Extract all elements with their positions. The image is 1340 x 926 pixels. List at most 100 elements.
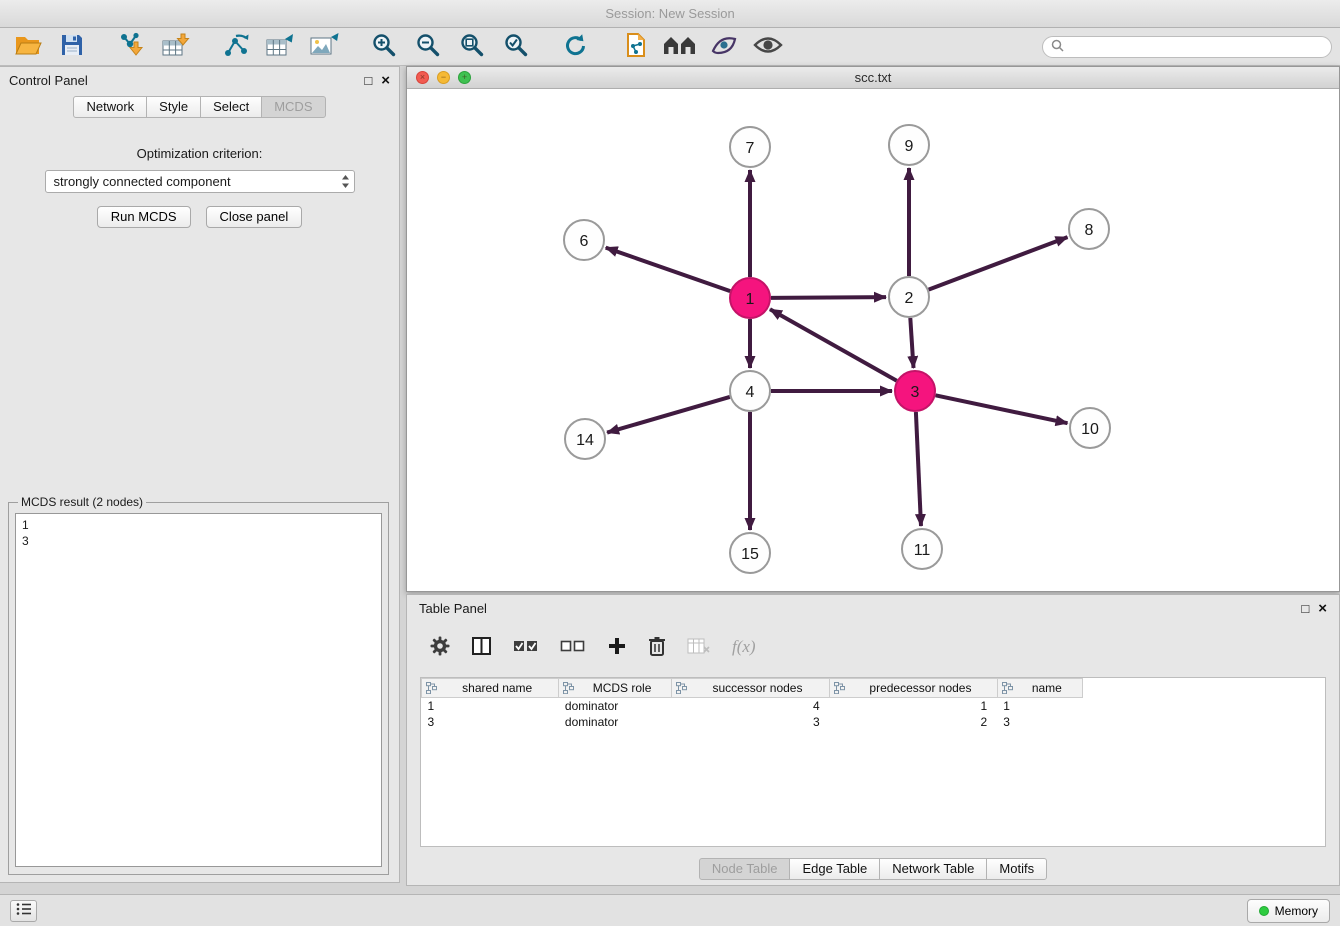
cell-name[interactable]: 1 [997, 698, 1082, 714]
graph-node-4[interactable]: 4 [730, 371, 770, 411]
import-network-icon [117, 32, 147, 61]
cell-predecessor-nodes[interactable]: 1 [830, 698, 998, 714]
table-panel-title: Table Panel [419, 601, 487, 616]
mcds-result-title: MCDS result (2 nodes) [18, 495, 146, 509]
graph-node-1[interactable]: 1 [730, 278, 770, 318]
graph-edge-3-10[interactable] [936, 395, 1068, 423]
tab-style[interactable]: Style [146, 96, 201, 118]
mcds-result-list[interactable]: 1 3 [15, 513, 382, 867]
run-mcds-button[interactable]: Run MCDS [97, 206, 191, 228]
show-columns-button[interactable] [471, 636, 492, 659]
search-box[interactable] [1042, 36, 1332, 58]
graph-node-8[interactable]: 8 [1069, 209, 1109, 249]
graph-node-14[interactable]: 14 [565, 419, 605, 459]
cell-mcds-role[interactable]: dominator [559, 714, 671, 730]
graph-node-9[interactable]: 9 [889, 125, 929, 165]
cell-mcds-role[interactable]: dominator [559, 698, 671, 714]
refresh-button[interactable] [556, 30, 596, 64]
float-table-panel-icon[interactable]: □ [1301, 602, 1309, 615]
add-column-button[interactable] [607, 636, 627, 659]
tab-node-table[interactable]: Node Table [699, 858, 791, 880]
vizmap-button[interactable] [704, 30, 744, 64]
graph-edge-4-14[interactable] [607, 397, 730, 433]
select-all-columns-button[interactable] [513, 637, 539, 658]
graph-node-6[interactable]: 6 [564, 220, 604, 260]
save-session-button[interactable] [52, 30, 92, 64]
graph-edge-2-3[interactable] [910, 318, 913, 368]
zoom-out-button[interactable] [408, 30, 448, 64]
graph-node-3[interactable]: 3 [895, 371, 935, 411]
import-network-button[interactable] [112, 30, 152, 64]
toolbar-separator [540, 30, 552, 64]
tab-edge-table[interactable]: Edge Table [789, 858, 880, 880]
network-canvas[interactable]: 7 9 6 8 1 2 4 3 14 10 15 11 [407, 89, 1339, 591]
cell-shared-name[interactable]: 1 [422, 698, 559, 714]
zoom-selected-button[interactable] [496, 30, 536, 64]
zoom-fit-button[interactable] [452, 30, 492, 64]
table-row[interactable]: 3 dominator 3 2 3 [422, 714, 1083, 730]
close-window-button[interactable]: × [416, 71, 429, 84]
control-panel-header: Control Panel □ × [0, 67, 399, 93]
delete-column-button[interactable] [648, 635, 666, 660]
search-input[interactable] [1069, 40, 1323, 54]
copy-network-button[interactable] [616, 30, 656, 64]
zoom-in-button[interactable] [364, 30, 404, 64]
import-table-button[interactable] [156, 30, 196, 64]
graph-node-2[interactable]: 2 [889, 277, 929, 317]
cell-successor-nodes[interactable]: 4 [671, 698, 829, 714]
delete-table-button[interactable] [687, 637, 711, 658]
float-panel-icon[interactable]: □ [364, 74, 372, 87]
cell-name[interactable]: 3 [997, 714, 1082, 730]
column-header-successor-nodes[interactable]: successor nodes [671, 679, 829, 698]
column-header-name[interactable]: name [997, 679, 1082, 698]
graph-edge-3-1[interactable] [770, 309, 897, 380]
minimize-window-button[interactable]: − [437, 71, 450, 84]
node-table[interactable]: shared name MCDS role successor nodes pr… [420, 677, 1326, 847]
graph-node-15[interactable]: 15 [730, 533, 770, 573]
cell-predecessor-nodes[interactable]: 2 [830, 714, 998, 730]
tab-motifs[interactable]: Motifs [986, 858, 1047, 880]
table-row[interactable]: 1 dominator 4 1 1 [422, 698, 1083, 714]
show-graphics-button[interactable] [748, 30, 788, 64]
graph-edge-1-6[interactable] [606, 248, 731, 292]
graph-node-7[interactable]: 7 [730, 127, 770, 167]
zoom-window-button[interactable]: + [458, 71, 471, 84]
cell-shared-name[interactable]: 3 [422, 714, 559, 730]
tab-network[interactable]: Network [73, 96, 147, 118]
graph-edge-1-2[interactable] [771, 297, 886, 298]
memory-button[interactable]: Memory [1247, 899, 1330, 923]
cell-successor-nodes[interactable]: 3 [671, 714, 829, 730]
tab-mcds[interactable]: MCDS [261, 96, 325, 118]
close-panel-button[interactable]: Close panel [206, 206, 303, 228]
export-image-button[interactable] [304, 30, 344, 64]
graph-edge-2-8[interactable] [929, 237, 1068, 290]
import-table-icon [161, 32, 191, 61]
column-header-predecessor-nodes[interactable]: predecessor nodes [830, 679, 998, 698]
graph-edge-3-11[interactable] [916, 412, 921, 526]
criterion-select[interactable]: strongly connected component [45, 170, 355, 193]
column-type-icon [834, 682, 845, 697]
table-panel: Table Panel □ × [406, 594, 1340, 886]
tab-network-table[interactable]: Network Table [879, 858, 987, 880]
network-analyzer-button[interactable] [660, 30, 700, 64]
export-table-button[interactable] [260, 30, 300, 64]
table-panel-header: Table Panel □ × [407, 595, 1339, 621]
graph-node-11[interactable]: 11 [902, 529, 942, 569]
close-panel-icon[interactable]: × [381, 73, 390, 88]
deselect-all-columns-button[interactable] [560, 637, 586, 658]
show-panel-list-button[interactable] [10, 900, 37, 922]
window-titlebar[interactable]: Session: New Session [0, 0, 1340, 28]
vizmap-icon [710, 33, 738, 60]
column-header-shared-name[interactable]: shared name [422, 679, 559, 698]
tab-select[interactable]: Select [200, 96, 262, 118]
table-settings-button[interactable] [430, 636, 450, 659]
close-table-panel-icon[interactable]: × [1318, 601, 1327, 616]
export-network-button[interactable] [216, 30, 256, 64]
optimization-criterion-label: Optimization criterion: [0, 146, 399, 161]
network-window-titlebar[interactable]: × − + scc.txt [407, 67, 1339, 89]
function-builder-button[interactable]: f(x) [732, 637, 756, 657]
folder-open-icon [14, 33, 42, 60]
open-session-button[interactable] [8, 30, 48, 64]
column-header-mcds-role[interactable]: MCDS role [559, 679, 671, 698]
graph-node-10[interactable]: 10 [1070, 408, 1110, 448]
